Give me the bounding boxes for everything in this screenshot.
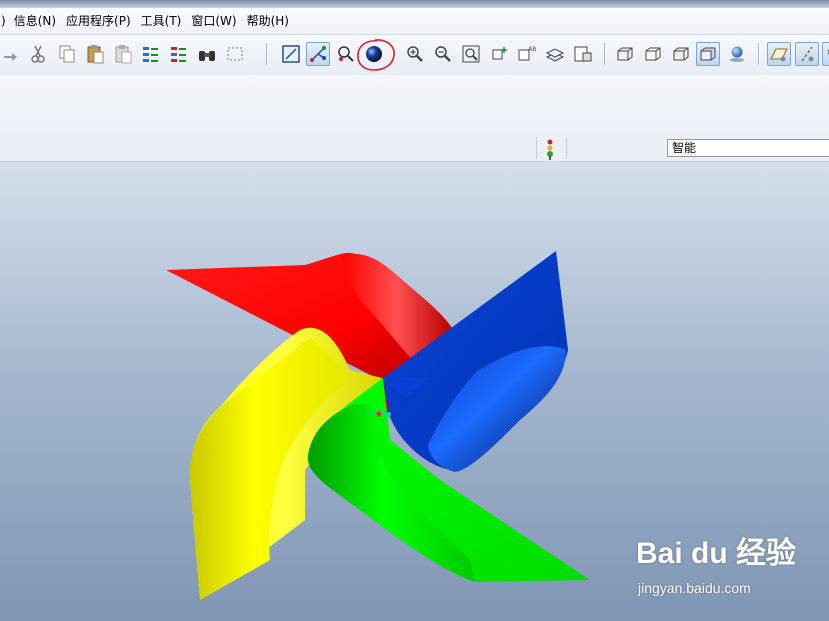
status-light-icon [543, 138, 557, 160]
redraw-icon[interactable] [279, 42, 303, 66]
enhanced-realism-icon[interactable] [725, 42, 749, 66]
regenerate-manager-icon[interactable] [167, 42, 191, 66]
status-separator [536, 137, 537, 159]
main-toolbar: AB [0, 35, 829, 75]
copy-icon[interactable] [55, 42, 79, 66]
watermark-brand: Bai du 经验 [636, 537, 797, 570]
datum-points-icon[interactable] [822, 42, 829, 66]
spin-center-icon[interactable] [306, 42, 330, 66]
zoom-out-icon[interactable] [431, 42, 455, 66]
toolbar-separator [604, 43, 606, 65]
layers-icon[interactable] [543, 42, 567, 66]
menu-item-truncated[interactable]: ) [0, 8, 9, 34]
menu-item-applications[interactable]: 应用程序(P) [61, 8, 136, 34]
refit-icon[interactable] [459, 42, 483, 66]
watermark-url: jingyan.baidu.com [638, 580, 751, 596]
status-separator [566, 137, 567, 159]
menu-item-tools[interactable]: 工具(T) [136, 8, 187, 34]
menu-item-info[interactable]: 信息(N) [9, 8, 61, 34]
cut-icon[interactable] [26, 42, 50, 66]
toolbar-separator [266, 43, 268, 65]
wireframe-icon[interactable] [613, 42, 637, 66]
svg-text:AB: AB [528, 46, 536, 53]
hidden-line-icon[interactable] [641, 42, 665, 66]
view-manager-icon[interactable] [571, 42, 595, 66]
reorient-icon[interactable] [487, 42, 511, 66]
zoom-in-icon[interactable] [403, 42, 427, 66]
datum-planes-icon[interactable] [767, 42, 791, 66]
find-icon[interactable] [195, 42, 219, 66]
paste-icon[interactable] [83, 42, 107, 66]
regenerate-icon[interactable] [139, 42, 163, 66]
annotation-circle [357, 39, 395, 71]
toolbar-separator [758, 43, 760, 65]
datum-axes-icon[interactable] [795, 42, 819, 66]
saved-views-icon[interactable]: AB [515, 42, 539, 66]
window-title-strip [0, 0, 829, 8]
menu-item-window[interactable]: 窗口(W) [186, 8, 241, 34]
arrow-icon[interactable] [0, 42, 24, 66]
baidu-watermark: Bai du 经验 jingyan.baidu.com [636, 528, 826, 603]
menu-bar: ) 信息(N) 应用程序(P) 工具(T) 窗口(W) 帮助(H) [0, 8, 829, 35]
selection-filter-select[interactable]: 智能 [667, 139, 829, 157]
select-box-icon[interactable] [223, 42, 247, 66]
paste-special-icon[interactable] [111, 42, 135, 66]
menu-item-help[interactable]: 帮助(H) [242, 8, 294, 34]
no-hidden-icon[interactable] [669, 42, 693, 66]
shading-icon[interactable] [696, 42, 720, 66]
